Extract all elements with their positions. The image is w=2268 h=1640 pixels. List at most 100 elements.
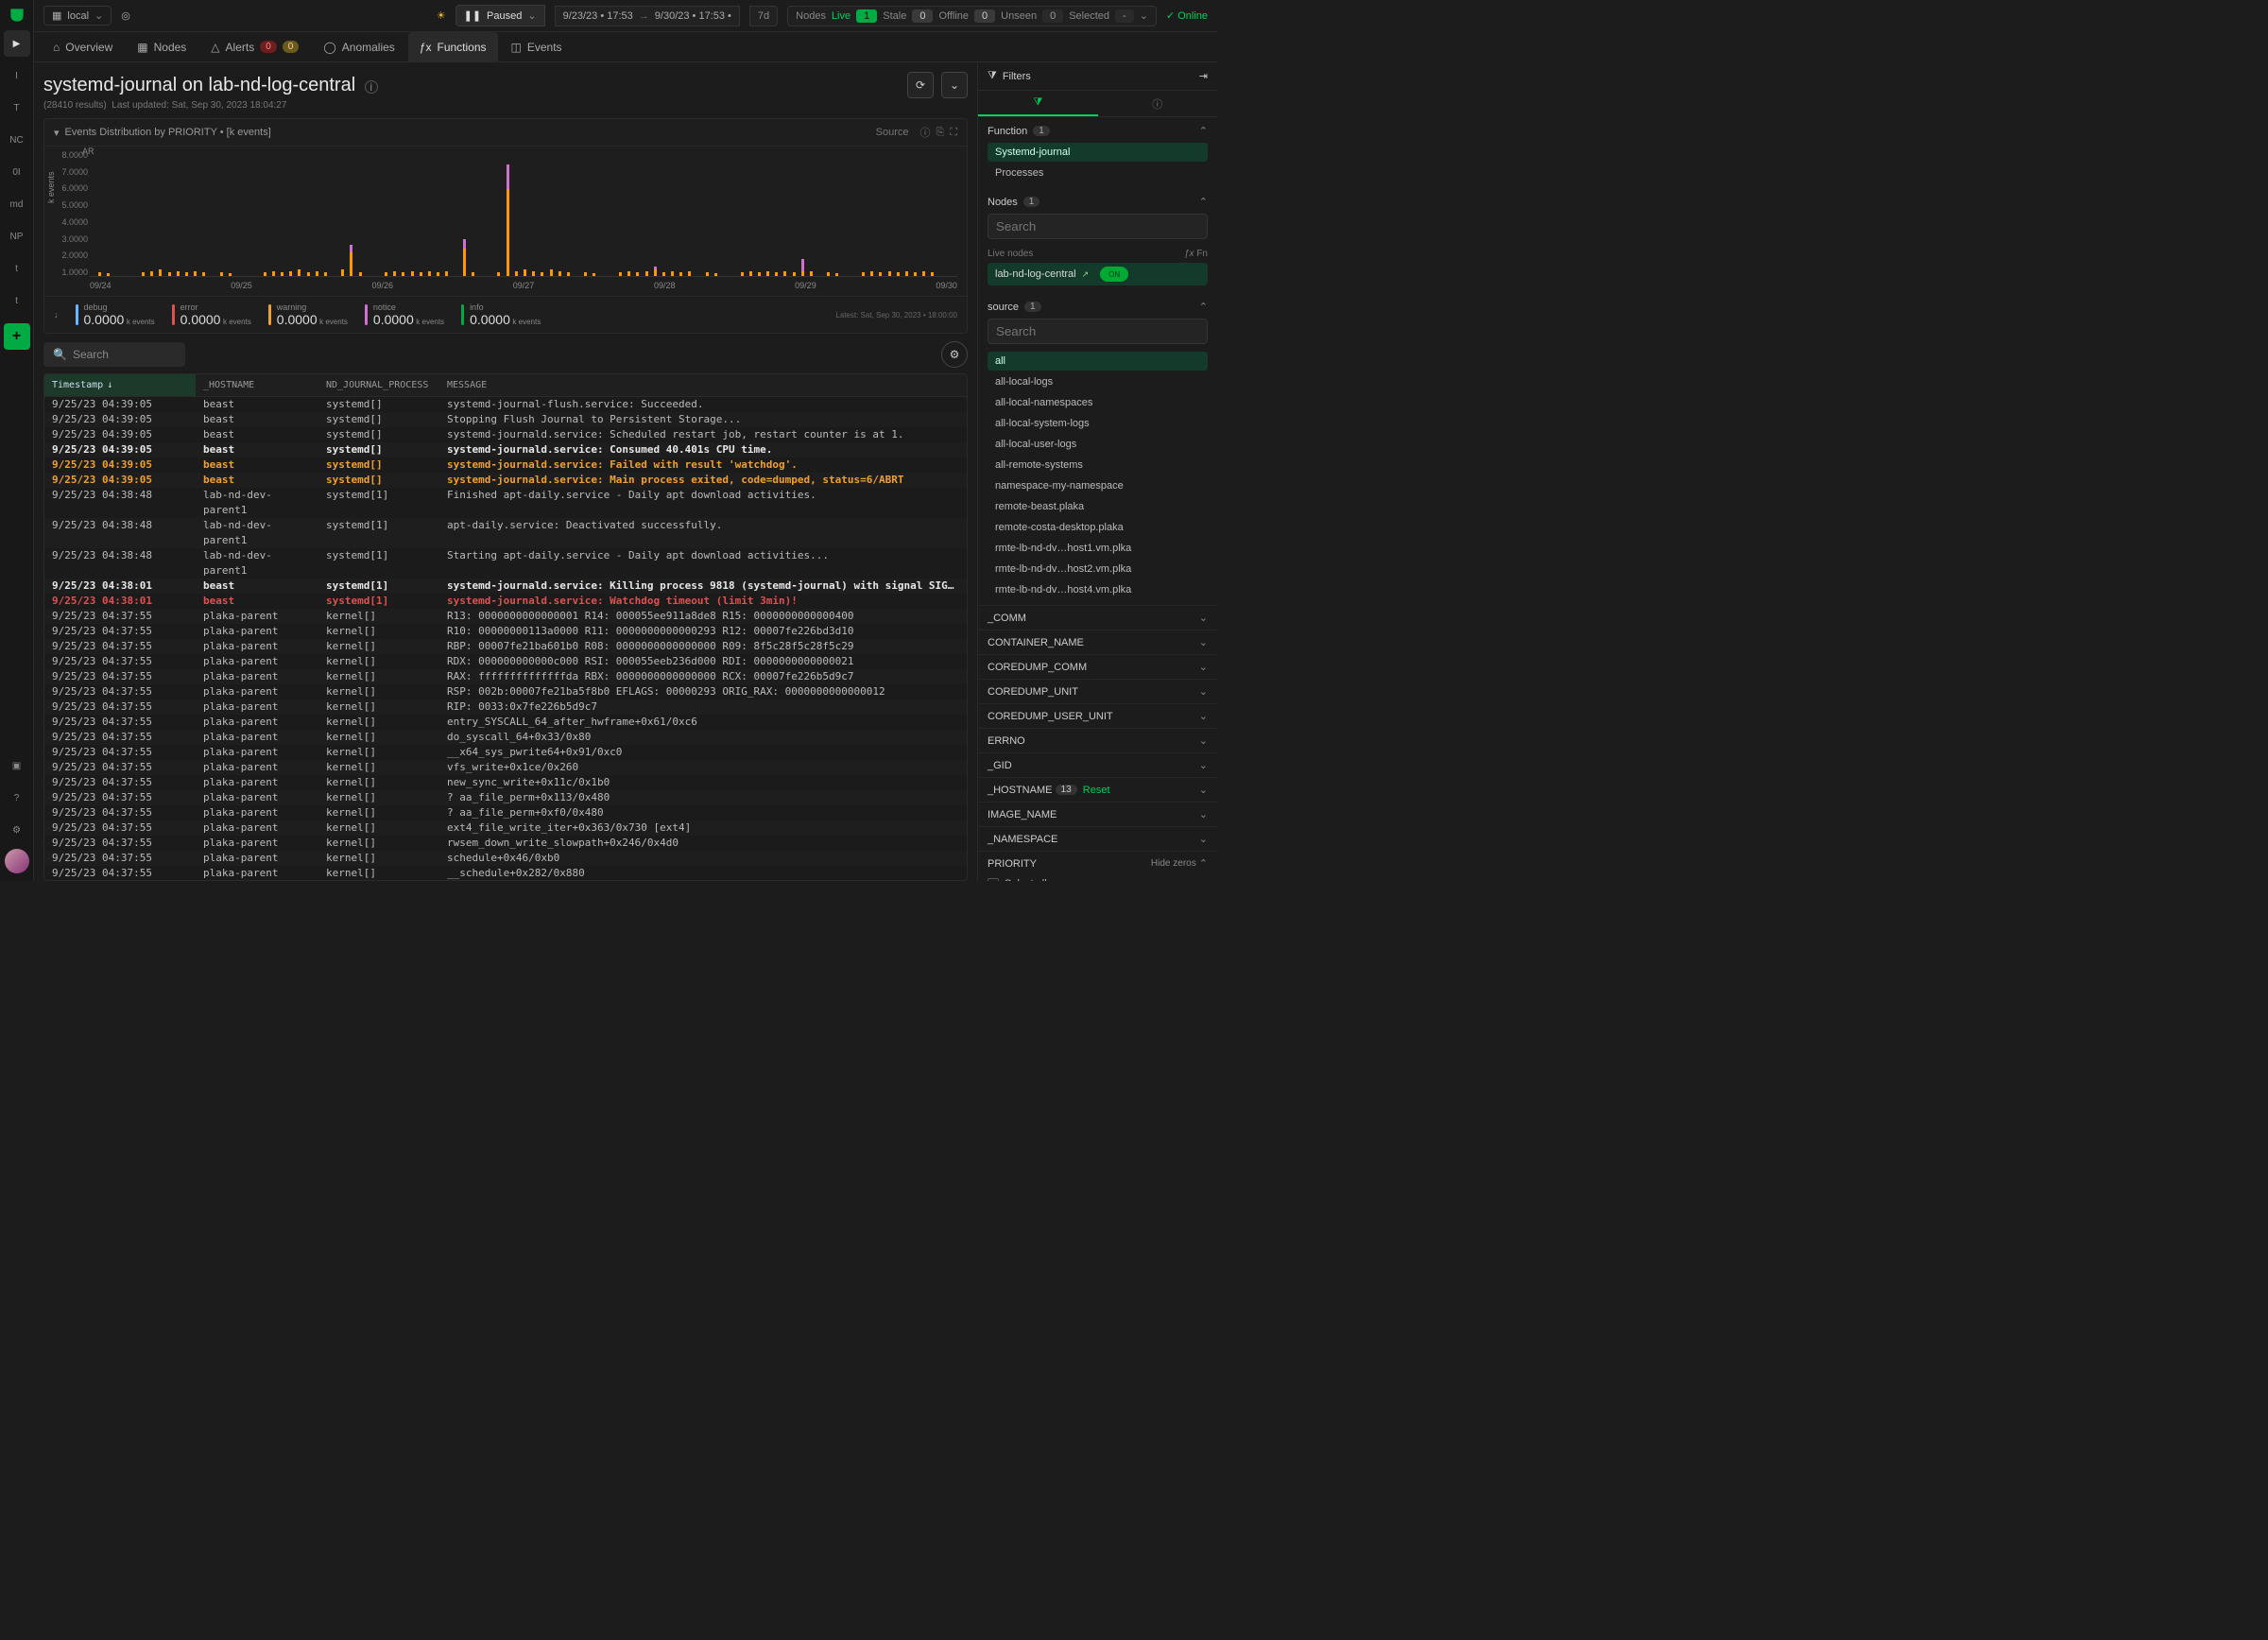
log-row[interactable]: 9/25/23 04:37:55plaka-parentkernel[]RSP:… — [44, 684, 967, 699]
source-item[interactable]: remote-costa-desktop.plaka — [988, 518, 1208, 537]
source-item[interactable]: all-local-logs — [988, 372, 1208, 391]
log-row[interactable]: 9/25/23 04:37:55plaka-parentkernel[]RBP:… — [44, 639, 967, 654]
log-row[interactable]: 9/25/23 04:39:05beastsystemd[]systemd-jo… — [44, 397, 967, 412]
tab-anomalies[interactable]: ◯Anomalies — [312, 32, 405, 62]
sidebar-tab-info[interactable]: ⓘ — [1098, 91, 1218, 116]
collapse-sidebar-icon[interactable]: ⇥ — [1199, 70, 1208, 82]
facet-item[interactable]: _COMM⌄ — [978, 605, 1217, 630]
chart-body[interactable]: AR k events 8.00007.00006.00005.00004.00… — [44, 147, 967, 296]
rail-item-5[interactable]: NP — [4, 223, 30, 250]
target-icon[interactable]: ◎ — [121, 9, 130, 22]
node-toggle[interactable]: ON — [1100, 267, 1128, 282]
tab-overview[interactable]: ⌂Overview — [42, 32, 124, 62]
filter-nodes-head[interactable]: Nodes 1 ⌃ — [988, 196, 1208, 208]
log-row[interactable]: 9/25/23 04:38:01beastsystemd[1]systemd-j… — [44, 594, 967, 609]
collapse-icon[interactable]: ▾ — [54, 127, 60, 139]
log-row[interactable]: 9/25/23 04:39:05beastsystemd[]systemd-jo… — [44, 473, 967, 488]
function-item[interactable]: Processes — [988, 164, 1208, 182]
source-item[interactable]: all-local-system-logs — [988, 414, 1208, 433]
chart-plot[interactable] — [90, 152, 957, 277]
log-row[interactable]: 9/25/23 04:37:55plaka-parentkernel[] ? a… — [44, 790, 967, 805]
rail-play-icon[interactable]: ▶ — [4, 30, 30, 57]
node-item[interactable]: lab-nd-log-central ↗ ON — [988, 263, 1208, 285]
tab-nodes[interactable]: ▦Nodes — [126, 32, 198, 62]
play-state[interactable]: ❚❚ Paused ⌄ — [455, 5, 545, 26]
rail-item-0[interactable]: I — [4, 62, 30, 89]
log-row[interactable]: 9/25/23 04:37:55plaka-parentkernel[] ent… — [44, 715, 967, 730]
sort-icon[interactable]: ↓ — [54, 310, 59, 319]
log-row[interactable]: 9/25/23 04:37:55plaka-parentkernel[] new… — [44, 775, 967, 790]
source-item[interactable]: rmte-lb-nd-dv…host2.vm.plka — [988, 560, 1208, 578]
settings-icon[interactable]: ⚙ — [4, 817, 30, 843]
log-row[interactable]: 9/25/23 04:39:05beastsystemd[]Stopping F… — [44, 412, 967, 427]
facet-item[interactable]: _GID⌄ — [978, 752, 1217, 777]
log-row[interactable]: 9/25/23 04:39:05beastsystemd[]systemd-jo… — [44, 427, 967, 442]
log-row[interactable]: 9/25/23 04:39:05beastsystemd[]systemd-jo… — [44, 442, 967, 457]
log-row[interactable]: 9/25/23 04:37:55plaka-parentkernel[] vfs… — [44, 760, 967, 775]
nodes-search[interactable] — [988, 214, 1208, 239]
range-preset[interactable]: 7d — [749, 6, 778, 26]
reset-link[interactable]: Reset — [1083, 785, 1110, 796]
search-input[interactable]: 🔍 Search — [43, 342, 185, 367]
facet-item[interactable]: IMAGE_NAME⌄ — [978, 802, 1217, 826]
source-item[interactable]: namespace-my-namespace — [988, 476, 1208, 495]
log-row[interactable]: 9/25/23 04:38:48lab-nd-dev-parent1system… — [44, 548, 967, 578]
warning-icon[interactable]: ☀ — [437, 9, 446, 22]
more-menu[interactable]: ⌄ — [941, 72, 968, 98]
source-item[interactable]: all-local-namespaces — [988, 393, 1208, 412]
facet-item[interactable]: COREDUMP_USER_UNIT⌄ — [978, 703, 1217, 728]
log-row[interactable]: 9/25/23 04:37:55plaka-parentkernel[] sch… — [44, 851, 967, 866]
rail-item-2[interactable]: NC — [4, 127, 30, 153]
brand-logo[interactable] — [8, 6, 26, 25]
priority-select-all[interactable]: Select all — [978, 875, 1217, 881]
log-row[interactable]: 9/25/23 04:37:55plaka-parentkernel[] ext… — [44, 820, 967, 836]
log-row[interactable]: 9/25/23 04:38:01beastsystemd[1]systemd-j… — [44, 578, 967, 594]
legend-item[interactable]: notice0.0000 k events — [365, 302, 444, 327]
log-row[interactable]: 9/25/23 04:37:55plaka-parentkernel[] do_… — [44, 730, 967, 745]
copy-icon[interactable]: ⎘ — [936, 127, 944, 139]
log-row[interactable]: 9/25/23 04:38:48lab-nd-dev-parent1system… — [44, 488, 967, 518]
help-icon[interactable]: ? — [4, 785, 30, 811]
time-range[interactable]: 9/23/23 • 17:53 → 9/30/23 • 17:53 • — [555, 6, 740, 26]
legend-item[interactable]: debug0.0000 k events — [76, 302, 155, 327]
expand-icon[interactable]: ⛶ — [950, 127, 957, 139]
sidebar-tab-filters[interactable]: ⧩ — [978, 91, 1098, 116]
filter-function-head[interactable]: Function 1 ⌃ — [988, 125, 1208, 137]
rail-item-3[interactable]: 0I — [4, 159, 30, 185]
source-item[interactable]: rmte-lb-nd-dv…host1.vm.plka — [988, 539, 1208, 558]
log-row[interactable]: 9/25/23 04:37:55plaka-parentkernel[] __x… — [44, 745, 967, 760]
tab-alerts[interactable]: △Alerts00 — [199, 32, 310, 62]
source-item[interactable]: remote-beast.plaka — [988, 497, 1208, 516]
news-icon[interactable]: ▣ — [4, 752, 30, 779]
log-row[interactable]: 9/25/23 04:37:55plaka-parentkernel[] rws… — [44, 836, 967, 851]
info-icon[interactable]: ⓘ — [919, 125, 930, 140]
facet-priority[interactable]: PRIORITY Hide zeros ⌃ — [978, 851, 1217, 875]
facet-item[interactable]: CONTAINER_NAME⌄ — [978, 630, 1217, 654]
log-row[interactable]: 9/25/23 04:37:55plaka-parentkernel[]R10:… — [44, 624, 967, 639]
log-row[interactable]: 9/25/23 04:37:55plaka-parentkernel[]R13:… — [44, 609, 967, 624]
refresh-button[interactable]: ⟳ — [907, 72, 934, 98]
hide-zeros[interactable]: Hide zeros — [1151, 858, 1196, 869]
log-row[interactable]: 9/25/23 04:37:55plaka-parentkernel[] __s… — [44, 866, 967, 880]
filter-source-head[interactable]: source 1 ⌃ — [988, 301, 1208, 313]
source-item[interactable]: all-local-user-logs — [988, 435, 1208, 454]
table-settings-button[interactable]: ⚙ — [941, 341, 968, 368]
log-row[interactable]: 9/25/23 04:38:48lab-nd-dev-parent1system… — [44, 518, 967, 548]
function-item[interactable]: Systemd-journal — [988, 143, 1208, 162]
col-message[interactable]: MESSAGE — [439, 374, 967, 396]
log-row[interactable]: 9/25/23 04:37:55plaka-parentkernel[]RDX:… — [44, 654, 967, 669]
source-search[interactable] — [988, 319, 1208, 344]
rail-item-7[interactable]: t — [4, 287, 30, 314]
log-row[interactable]: 9/25/23 04:39:05beastsystemd[]systemd-jo… — [44, 457, 967, 473]
facet-item[interactable]: COREDUMP_COMM⌄ — [978, 654, 1217, 679]
tab-functions[interactable]: ƒxFunctions — [408, 32, 498, 62]
rail-item-1[interactable]: T — [4, 95, 30, 121]
facet-item[interactable]: _NAMESPACE⌄ — [978, 826, 1217, 851]
facet-item[interactable]: ERRNO⌄ — [978, 728, 1217, 752]
source-item[interactable]: all — [988, 352, 1208, 371]
checkbox[interactable] — [988, 878, 999, 881]
tab-events[interactable]: ◫Events — [500, 32, 574, 62]
legend-item[interactable]: warning0.0000 k events — [268, 302, 348, 327]
col-timestamp[interactable]: Timestamp ↓ — [44, 374, 196, 396]
legend-item[interactable]: error0.0000 k events — [172, 302, 251, 327]
